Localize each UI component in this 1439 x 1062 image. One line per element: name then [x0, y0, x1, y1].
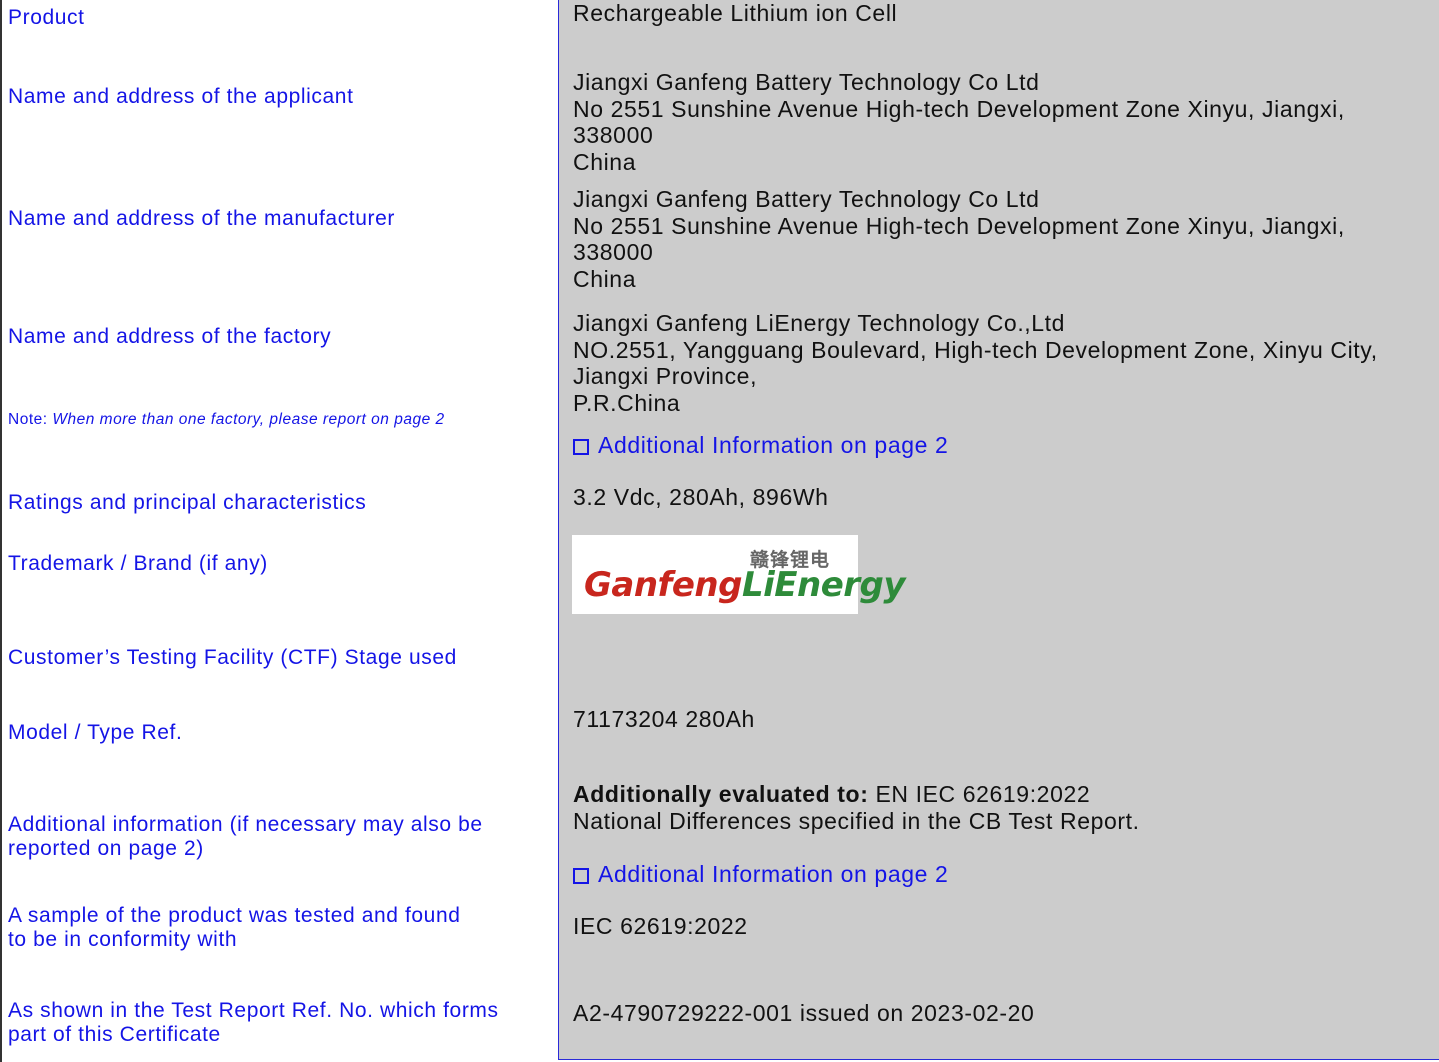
value-model: 71173204 280Ah [573, 706, 755, 732]
label-factory: Name and address of the factory [8, 325, 332, 348]
logo-wordmark: GanfengLiEnergy [584, 565, 906, 605]
label-sample-line2: to be in conformity with [8, 928, 238, 951]
applicant-line1: Jiangxi Ganfeng Battery Technology Co Lt… [573, 69, 1040, 95]
value-report: A2-4790729222-001 issued on 2023-02-20 [573, 1000, 1035, 1026]
checkbox-icon[interactable] [573, 868, 589, 884]
label-ctf: Customer’s Testing Facility (CTF) Stage … [8, 646, 457, 669]
additional-info-standard: EN IEC 62619:2022 [868, 781, 1091, 807]
factory-line4: P.R.China [573, 389, 681, 416]
manufacturer-line1: Jiangxi Ganfeng Battery Technology Co Lt… [573, 186, 1040, 212]
applicant-line2: No 2551 Sunshine Avenue High-tech Develo… [573, 95, 1345, 122]
logo-part1: Ganfeng [584, 565, 742, 605]
label-report: As shown in the Test Report Ref. No. whi… [8, 999, 499, 1047]
label-report-line1: As shown in the Test Report Ref. No. whi… [8, 999, 499, 1022]
factory-line2: NO.2551, Yangguang Boulevard, High-tech … [573, 336, 1378, 363]
label-report-line2: part of this Certificate [8, 1023, 221, 1046]
label-ratings: Ratings and principal characteristics [8, 491, 367, 514]
label-model: Model / Type Ref. [8, 721, 183, 744]
manufacturer-line3: 338000 [573, 239, 654, 265]
label-trademark: Trademark / Brand (if any) [8, 552, 268, 575]
value-factory: Jiangxi Ganfeng LiEnergy Technology Co.,… [573, 310, 1378, 416]
checkbox-icon[interactable] [573, 439, 589, 455]
factory-additional-info[interactable]: Additional Information on page 2 [573, 432, 948, 459]
manufacturer-line2: No 2551 Sunshine Avenue High-tech Develo… [573, 212, 1345, 239]
left-border [0, 0, 2, 1062]
additional-info-checkbox[interactable]: Additional Information on page 2 [573, 861, 948, 888]
value-conformity: IEC 62619:2022 [573, 913, 748, 939]
additional-info-line1: Additionally evaluated to: EN IEC 62619:… [573, 781, 1140, 808]
note-text: When more than one factory, please repor… [52, 411, 445, 428]
label-manufacturer: Name and address of the manufacturer [8, 207, 395, 230]
applicant-line4: China [573, 148, 637, 175]
label-additional-info-line1: Additional information (if necessary may… [8, 813, 483, 836]
value-manufacturer: Jiangxi Ganfeng Battery Technology Co Lt… [573, 186, 1345, 292]
additional-info-bold: Additionally evaluated to: [573, 781, 869, 807]
label-additional-info: Additional information (if necessary may… [8, 813, 483, 861]
manufacturer-line4: China [573, 265, 637, 292]
note-prefix: Note: [8, 411, 53, 428]
factory-additional-info-label: Additional Information on page 2 [598, 432, 949, 458]
label-factory-note: Note: When more than one factory, please… [8, 408, 445, 432]
additional-info-checkbox-label: Additional Information on page 2 [598, 861, 949, 887]
label-product: Product [8, 6, 85, 29]
label-sample: A sample of the product was tested and f… [8, 904, 461, 952]
factory-line1: Jiangxi Ganfeng LiEnergy Technology Co.,… [573, 310, 1066, 336]
value-applicant: Jiangxi Ganfeng Battery Technology Co Lt… [573, 69, 1345, 175]
value-ratings: 3.2 Vdc, 280Ah, 896Wh [573, 484, 829, 510]
additional-info-line2: National Differences specified in the CB… [573, 807, 1140, 834]
factory-line3: Jiangxi Province, [573, 363, 758, 389]
logo-part2: LiEnergy [741, 565, 906, 605]
label-additional-info-line2: reported on page 2) [8, 837, 204, 860]
label-sample-line1: A sample of the product was tested and f… [8, 904, 461, 927]
value-additional-info: Additionally evaluated to: EN IEC 62619:… [573, 781, 1140, 834]
label-applicant: Name and address of the applicant [8, 85, 354, 108]
applicant-line3: 338000 [573, 122, 654, 148]
value-product: Rechargeable Lithium ion Cell [573, 0, 898, 26]
brand-logo: 赣锋锂电 GanfengLiEnergy [572, 535, 906, 614]
